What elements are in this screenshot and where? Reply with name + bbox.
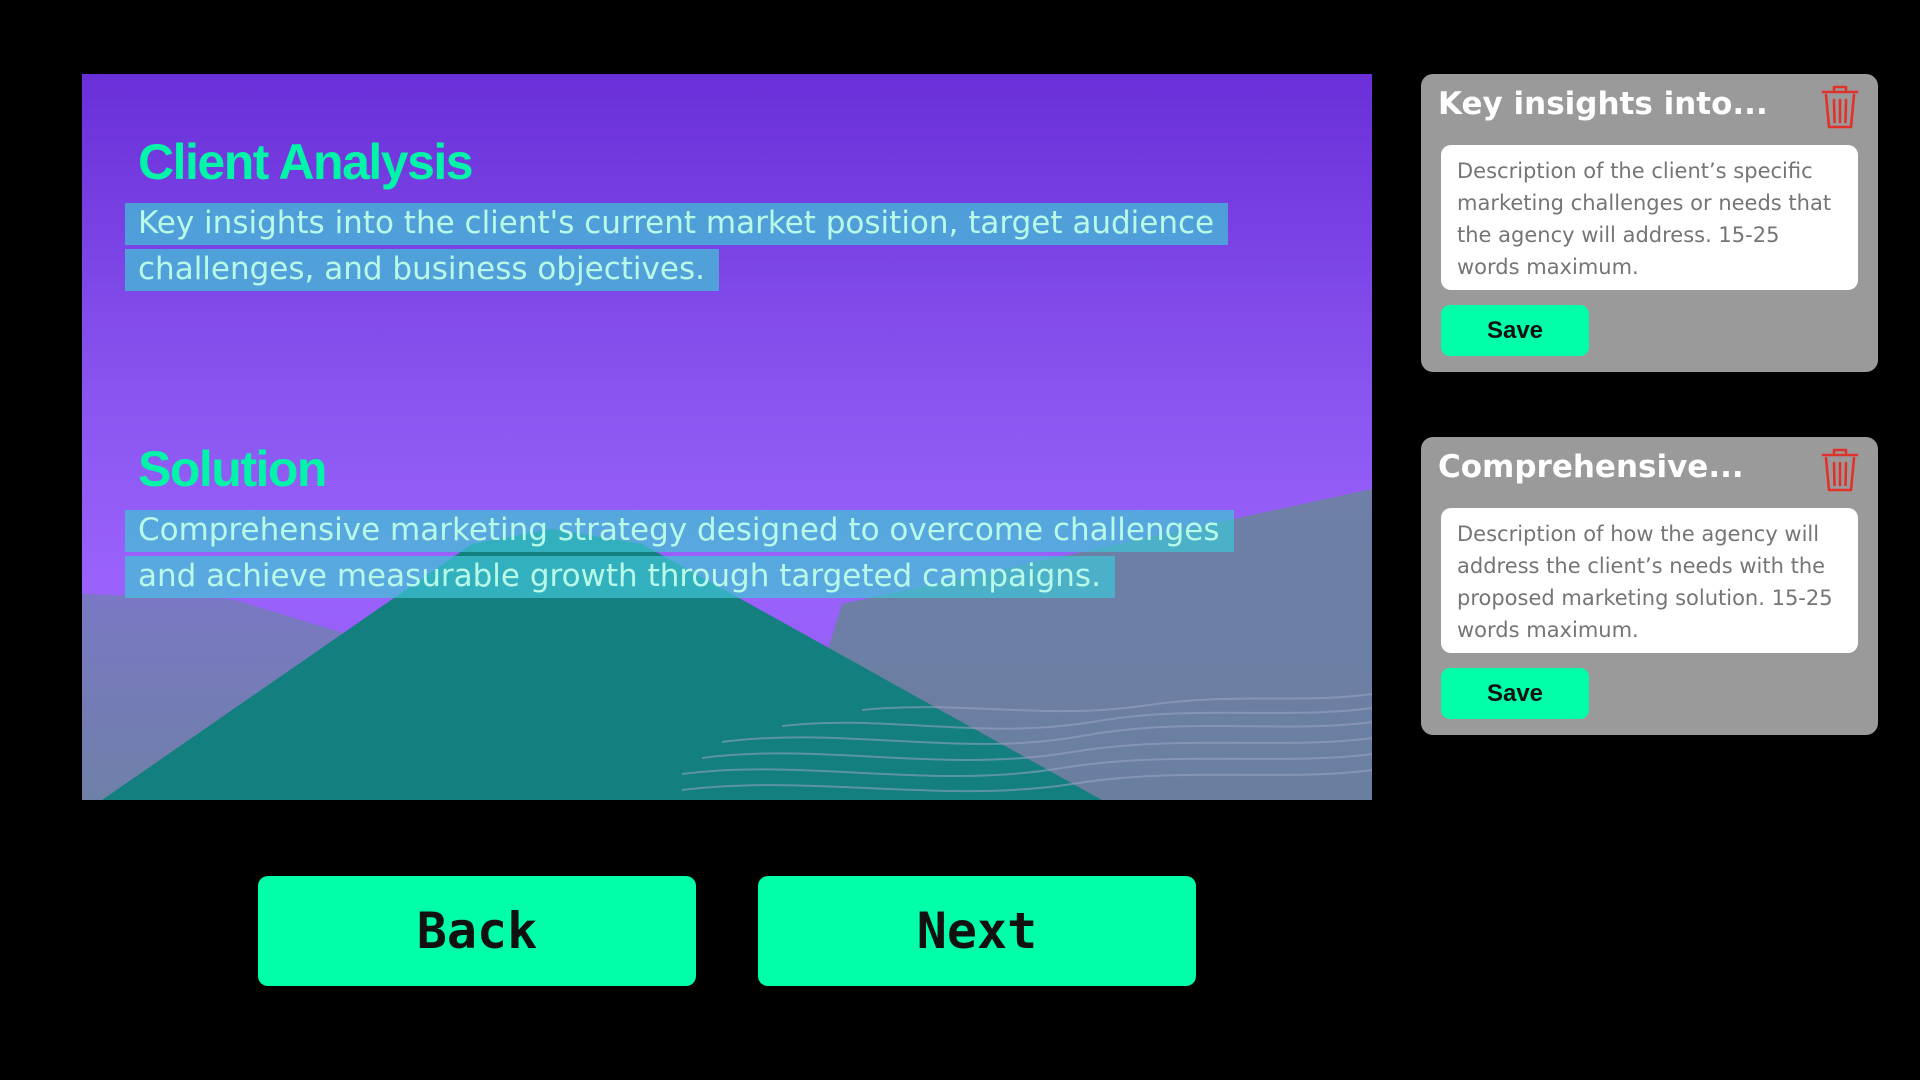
card-title: Key insights into...	[1438, 86, 1768, 122]
next-button[interactable]: Next	[758, 876, 1196, 986]
client-analysis-heading: Client Analysis	[138, 134, 474, 190]
solution-heading: Solution	[138, 441, 327, 497]
solution-line-1: Comprehensive marketing strategy designe…	[125, 510, 1234, 552]
description-textarea[interactable]	[1441, 145, 1858, 290]
trash-icon[interactable]	[1820, 84, 1860, 130]
save-button[interactable]: Save	[1441, 305, 1589, 356]
trash-icon[interactable]	[1820, 447, 1860, 493]
slide-preview: Client Analysis Key insights into the cl…	[82, 74, 1372, 800]
edit-card-client-analysis: Key insights into... Save	[1421, 74, 1878, 372]
solution-body: Comprehensive marketing strategy designe…	[125, 507, 1234, 599]
client-analysis-body: Key insights into the client's current m…	[125, 200, 1229, 292]
description-textarea[interactable]	[1441, 508, 1858, 653]
client-analysis-line-2: challenges, and business objectives.	[125, 249, 719, 291]
save-button[interactable]: Save	[1441, 668, 1589, 719]
client-analysis-line-1: Key insights into the client's current m…	[125, 203, 1229, 245]
edit-card-solution: Comprehensive... Save	[1421, 437, 1878, 735]
card-title: Comprehensive...	[1438, 449, 1744, 485]
solution-line-2: and achieve measurable growth through ta…	[125, 556, 1115, 598]
back-button[interactable]: Back	[258, 876, 696, 986]
